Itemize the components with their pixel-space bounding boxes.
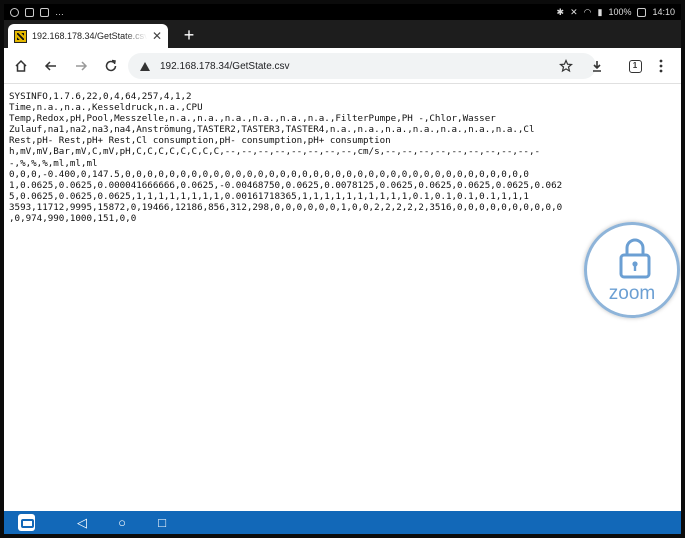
- nav-home-button[interactable]: ○: [114, 515, 130, 531]
- media-icon: [40, 7, 49, 17]
- csv-line: 0,0,0,-0.400,0,147.5,0,0,0,0,0,0,0,0,0,0…: [9, 168, 529, 180]
- back-icon: [44, 60, 56, 71]
- menu-icon: [659, 59, 663, 73]
- csv-text-body: SYSINFO,1.7.6,22,0,4,64,257,4,1,2 Time,n.…: [9, 91, 562, 224]
- nav-recents-button[interactable]: □: [154, 515, 170, 531]
- page-content: SYSINFO,1.7.6,22,0,4,64,257,4,1,2 Time,n.…: [4, 85, 681, 511]
- csv-line: 5,0.0625,0.0625,0.0625,1,1,1,1,1,1,1,1,0…: [9, 190, 529, 202]
- home-icon: [15, 59, 27, 72]
- forward-icon: [76, 60, 88, 71]
- not-secure-icon[interactable]: [140, 61, 150, 71]
- csv-line: Time,n.a.,n.a.,Kesseldruck,n.a.,CPU: [9, 102, 203, 114]
- favicon-icon: [14, 29, 27, 43]
- back-button[interactable]: [36, 51, 66, 81]
- address-bar[interactable]: 192.168.178.34/GetState.csv: [128, 53, 596, 79]
- clock: 14:10: [652, 7, 675, 17]
- csv-line: Zulauf,na1,na2,na3,na4,Anströmung,TASTER…: [9, 124, 535, 136]
- csv-line: 1,0.0625,0.0625,0.000041666666,0.0625,-0…: [9, 179, 563, 191]
- reload-button[interactable]: [96, 51, 126, 81]
- navigation-bar: ◁ ○ □: [4, 511, 681, 534]
- screenshot-icon: [25, 7, 34, 17]
- forward-button[interactable]: [66, 51, 96, 81]
- nav-back-button[interactable]: ◁: [74, 515, 90, 531]
- tab-title: 192.168.178.34/GetState.csv: [32, 31, 147, 41]
- zoom-lock-button[interactable]: zoom: [584, 222, 680, 318]
- mute-icon: ✕: [570, 6, 578, 17]
- battery-percent: 100%: [608, 7, 632, 17]
- csv-line: Temp,Redox,pH,Pool,Messzelle,n.a.,n.a.,n…: [9, 113, 496, 125]
- url-text: 192.168.178.34/GetState.csv: [160, 60, 290, 72]
- csv-line: h,mV,mV,Bar,mV,C,mV,pH,C,C,C,C,C,C,C,C,-…: [9, 146, 541, 158]
- signal-icon: ▮: [597, 6, 603, 17]
- browser-tab[interactable]: 192.168.178.34/GetState.csv ✕: [8, 24, 168, 48]
- status-bar: … ✱ ✕ ◠ ▮ 100% 14:10: [4, 4, 681, 20]
- reload-icon: [105, 59, 117, 71]
- tab-close-icon[interactable]: ✕: [152, 29, 162, 43]
- notification-icon: [10, 7, 19, 17]
- home-button[interactable]: [6, 51, 36, 81]
- menu-button[interactable]: [646, 51, 676, 81]
- lock-icon: [619, 238, 651, 279]
- new-tab-button[interactable]: +: [178, 24, 200, 46]
- wifi-icon: ◠: [583, 6, 592, 17]
- csv-line: ,0,974,990,1000,151,0,0: [9, 213, 137, 225]
- status-right: ✱ ✕ ◠ ▮ 100% 14:10: [557, 7, 675, 18]
- star-icon: [559, 59, 573, 73]
- browser-toolbar: 192.168.178.34/GetState.csv 1: [4, 48, 681, 84]
- csv-line: Rest,pH- Rest,pH+ Rest,Cl consumption,pH…: [9, 135, 391, 147]
- device-screen: … ✱ ✕ ◠ ▮ 100% 14:10 192.168.178.34/GetS…: [4, 4, 681, 534]
- bluetooth-icon: ✱: [556, 6, 565, 17]
- more-notifications-text: …: [55, 7, 64, 17]
- download-button[interactable]: [582, 51, 612, 81]
- csv-line: -,%,%,%,ml,ml,ml: [9, 157, 98, 169]
- battery-icon: [637, 7, 647, 17]
- zoom-label: zoom: [608, 283, 656, 304]
- status-left: …: [10, 7, 64, 17]
- remote-app-icon[interactable]: [18, 514, 35, 531]
- tab-strip: 192.168.178.34/GetState.csv ✕ +: [4, 20, 681, 48]
- csv-line: SYSINFO,1.7.6,22,0,4,64,257,4,1,2: [9, 91, 192, 102]
- download-icon: [593, 61, 601, 72]
- bookmark-button[interactable]: [551, 51, 581, 81]
- csv-line: 3593,11712,9995,15872,0,19466,12186,856,…: [9, 201, 563, 213]
- tab-count-icon: 1: [628, 59, 642, 73]
